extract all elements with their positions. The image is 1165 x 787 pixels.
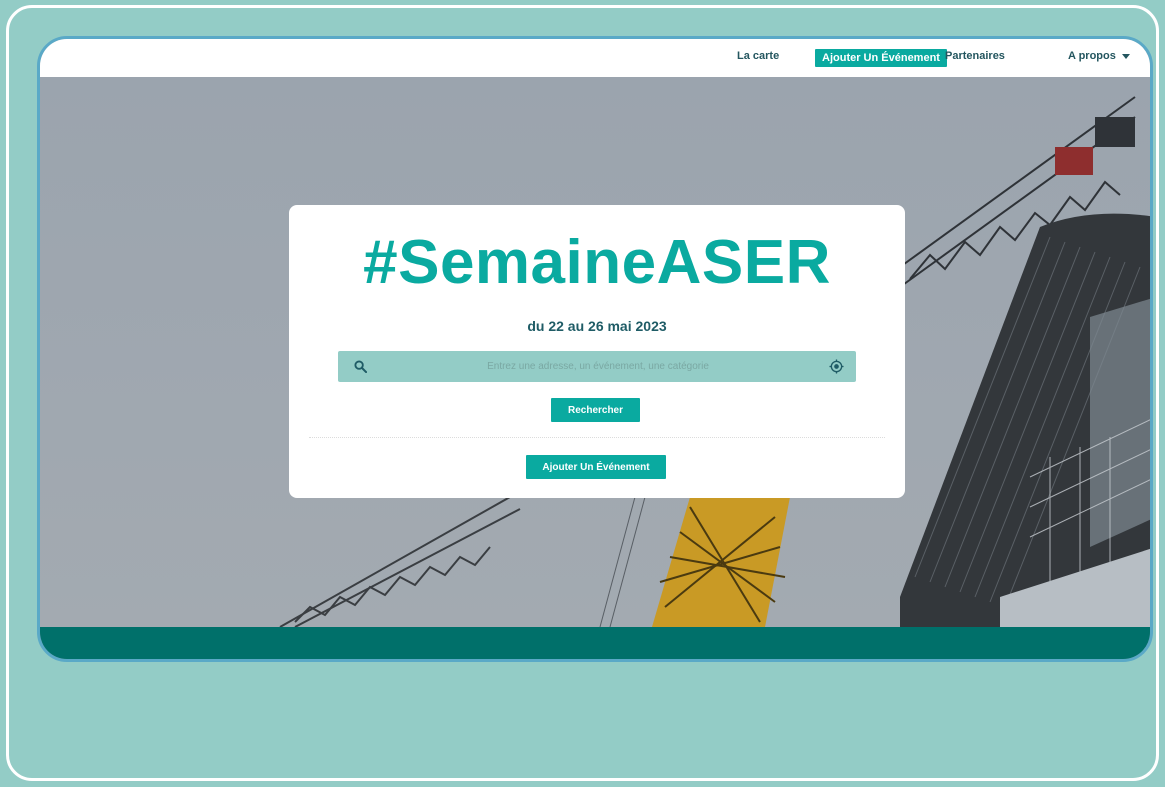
nav-item-add-event[interactable]: Ajouter Un Événement	[815, 49, 947, 67]
search-input[interactable]	[378, 351, 818, 382]
top-navbar: La carte Ajouter Un Événement Partenaire…	[40, 39, 1150, 77]
website-viewport: La carte Ajouter Un Événement Partenaire…	[37, 36, 1153, 662]
search-bar	[338, 351, 856, 382]
nav-item-partners[interactable]: Partenaires	[945, 50, 1005, 62]
nav-item-about[interactable]: A propos	[1068, 50, 1130, 62]
add-event-button[interactable]: Ajouter Un Événement	[526, 455, 666, 479]
page-title: #SemaineASER	[363, 228, 831, 297]
locate-icon[interactable]	[829, 359, 844, 374]
nav-item-about-label: A propos	[1068, 50, 1116, 62]
search-button[interactable]: Rechercher	[551, 398, 640, 422]
footer-band	[40, 627, 1150, 659]
search-icon	[354, 360, 367, 373]
card-divider	[309, 437, 885, 438]
nav-item-map[interactable]: La carte	[737, 50, 779, 62]
hero-card: #SemaineASER du 22 au 26 mai 2023 Recher…	[289, 205, 905, 498]
chevron-down-icon	[1121, 53, 1130, 59]
event-dates: du 22 au 26 mai 2023	[527, 318, 667, 334]
